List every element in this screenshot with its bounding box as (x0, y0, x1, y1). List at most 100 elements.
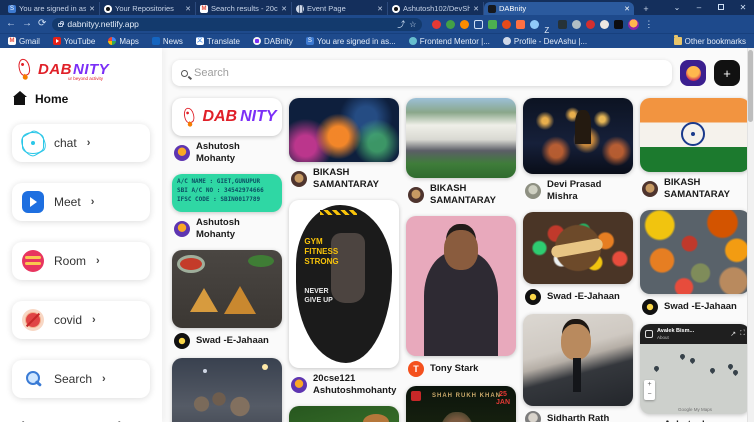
map-pin-icon[interactable] (726, 362, 735, 370)
pin-image[interactable] (523, 313, 633, 406)
dabnity-logo[interactable]: DAB NITY ur beyond activity (12, 58, 150, 81)
tab-devshare-repo[interactable]: Ashutosh102/DevShare-Fu... ✕ (388, 2, 484, 15)
reload-icon[interactable]: ⟳ (38, 15, 46, 33)
sidebar-item-room[interactable]: Room › (12, 242, 150, 280)
zoom-in-button[interactable]: + (644, 380, 655, 390)
extension-icon[interactable] (502, 19, 512, 29)
tab-close-icon[interactable]: ✕ (624, 5, 630, 13)
pin-image[interactable] (523, 98, 633, 174)
forward-icon[interactable]: → (22, 15, 32, 33)
bookmark-frontend-mentor[interactable]: Frontend Mentor |... (408, 37, 490, 46)
extension-icon[interactable] (488, 19, 498, 29)
bookmark-signed-in[interactable]: You are signed in as... (305, 37, 396, 46)
share-icon[interactable]: ⤴ (397, 19, 405, 30)
extension-icon[interactable] (572, 19, 582, 29)
extension-icon[interactable] (460, 19, 470, 29)
pin-image[interactable] (172, 249, 282, 328)
tab-search-chevron-icon[interactable]: ⌄ (666, 0, 688, 15)
avatar[interactable] (174, 220, 190, 237)
map-pin-icon[interactable] (652, 364, 661, 372)
search-input[interactable] (194, 67, 663, 79)
url-text[interactable]: dabnityy.netlify.app (67, 19, 393, 29)
tab-close-icon[interactable]: ✕ (473, 5, 479, 13)
puzzle-extensions-icon[interactable] (600, 19, 610, 29)
pin-image[interactable]: SHAH RUKH KHAN 25 JAN (406, 385, 516, 422)
other-bookmarks[interactable]: Other bookmarks (673, 35, 746, 46)
pin-image[interactable] (289, 405, 399, 422)
close-window-button[interactable]: ✕ (732, 0, 754, 15)
pin-image[interactable] (406, 215, 516, 356)
sidebar-item-home[interactable]: Home (12, 90, 150, 106)
bookmark-maps[interactable]: Maps (108, 37, 139, 46)
pin-author-line1[interactable]: 20cse121 (313, 373, 396, 385)
avatar[interactable] (291, 376, 307, 393)
pin-author[interactable]: Swad -E-Jahaan (196, 335, 269, 347)
bookmark-profile[interactable]: Profile - DevAshu |... (502, 37, 587, 46)
pin-author[interactable]: Ashutosh Mohanty (196, 217, 280, 241)
avatar[interactable] (525, 182, 541, 199)
wifi-extension-icon[interactable] (530, 19, 540, 29)
browser-menu-icon[interactable]: ⋮ (644, 19, 653, 30)
avatar[interactable] (174, 332, 190, 349)
bookmark-gmail[interactable]: Gmail (8, 37, 40, 46)
pin-image[interactable] (640, 209, 750, 294)
pin-author[interactable]: Swad -E-Jahaan (547, 291, 620, 303)
screenshot-extension-icon[interactable] (474, 19, 484, 29)
map-frame-icon[interactable] (645, 329, 653, 338)
tab-dabnity-active[interactable]: DABnity ✕ (484, 2, 634, 15)
pin-author[interactable]: Ashutosh Mohanty (196, 141, 280, 165)
pin-image[interactable] (289, 98, 399, 162)
map-zoom-control[interactable]: + − (644, 379, 655, 400)
maximize-button[interactable] (710, 0, 732, 15)
pin-image[interactable]: DAB NITY (172, 98, 282, 136)
new-tab-button[interactable]: + (640, 3, 652, 15)
avatar[interactable] (642, 180, 658, 197)
bookmark-youtube[interactable]: YouTube (52, 37, 95, 46)
extension-icon[interactable] (516, 19, 526, 29)
pin-author[interactable]: Swad -E-Jahaan (664, 301, 737, 313)
tab-close-icon[interactable]: ✕ (89, 5, 95, 13)
extension-icon[interactable] (614, 19, 624, 29)
add-pin-button[interactable]: + (714, 60, 740, 86)
bookmark-dabnity[interactable]: DABnity (252, 37, 293, 46)
extension-icon[interactable] (586, 19, 596, 29)
fullscreen-icon[interactable]: ⛶ (740, 330, 745, 338)
pin-author[interactable]: BIKASH SAMANTARAY (313, 167, 397, 191)
sidebar-item-meet[interactable]: Meet › (12, 183, 150, 221)
sidebar-item-covid[interactable]: covid › (12, 301, 150, 339)
pin-author[interactable]: BIKASH SAMANTARAY (430, 183, 514, 207)
extension-icon[interactable] (558, 19, 568, 29)
tab-event-page[interactable]: Event Page ✕ (292, 2, 388, 15)
browser-profile-avatar[interactable] (628, 18, 640, 30)
user-avatar-button[interactable] (680, 60, 706, 86)
pin-image[interactable] (406, 98, 516, 178)
avatar[interactable] (525, 288, 541, 305)
bookmark-translate[interactable]: Translate (195, 37, 240, 46)
tab-close-icon[interactable]: ✕ (377, 5, 383, 13)
pin-author[interactable]: Sidharth Rath (547, 413, 609, 422)
sidebar-item-chat[interactable]: chat › (12, 124, 150, 162)
avatar[interactable] (174, 144, 190, 161)
map-pin-icon[interactable] (708, 366, 717, 374)
sidebar-item-search[interactable]: Search › (12, 360, 150, 398)
tab-search-results[interactable]: Search results - 20cse121... ✕ (196, 2, 292, 15)
zotero-extension-icon[interactable] (544, 20, 553, 29)
search-box[interactable] (172, 60, 672, 86)
avatar[interactable] (408, 186, 424, 203)
pin-image[interactable]: Avalek Bism... About ↗ ⛶ + − Google My M… (640, 323, 750, 414)
pin-image[interactable]: A/C NAME : GIET,GUNUPUR SBI A/C NO : 345… (172, 173, 282, 212)
pin-author[interactable]: BIKASH SAMANTARAY (664, 177, 748, 201)
pin-image[interactable] (640, 98, 750, 172)
pin-author-line2[interactable]: Ashutoshmohanty (313, 385, 396, 397)
tab-signed-in[interactable]: You are signed in as 20CS... ✕ (4, 2, 100, 15)
bookmark-star-icon[interactable]: ☆ (409, 20, 416, 29)
tab-close-icon[interactable]: ✕ (281, 5, 287, 13)
pin-author[interactable]: Tony Stark (430, 363, 478, 375)
map-about-label[interactable]: About (657, 335, 726, 340)
avatar[interactable]: T (408, 360, 424, 377)
address-bar[interactable]: dabnityy.netlify.app ⤴ ☆ (52, 17, 423, 31)
tab-close-icon[interactable]: ✕ (185, 5, 191, 13)
map-pin-icon[interactable] (731, 368, 740, 376)
pin-image[interactable] (172, 357, 282, 422)
avatar[interactable] (291, 170, 307, 187)
